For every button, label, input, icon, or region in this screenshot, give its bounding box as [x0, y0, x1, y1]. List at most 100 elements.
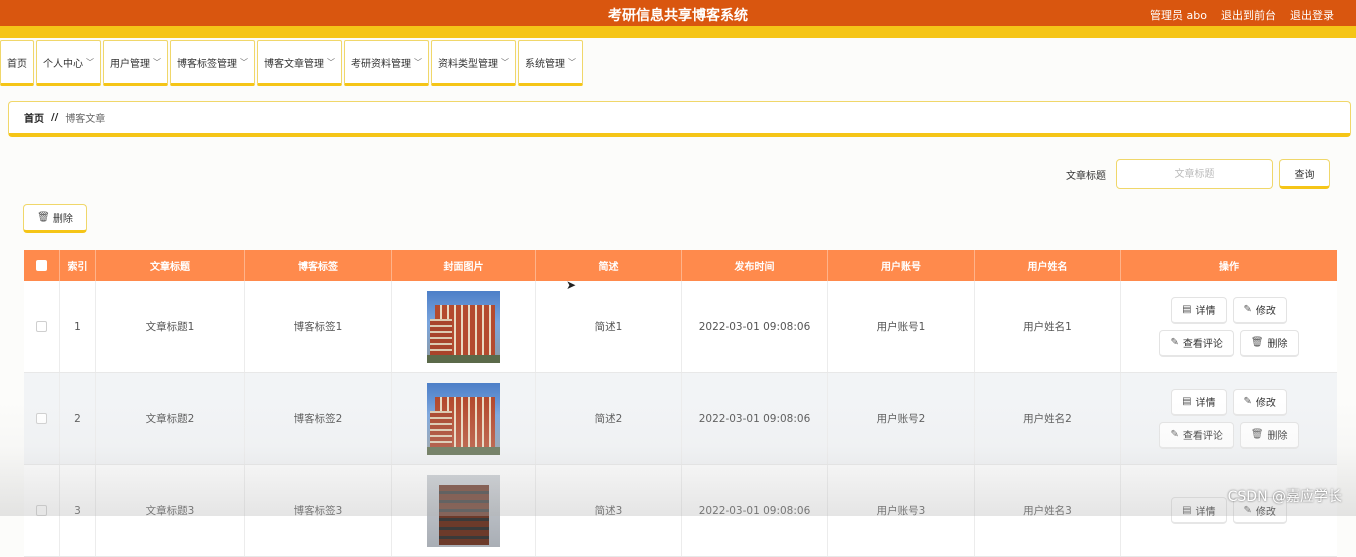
top-bar-stripe [0, 26, 1356, 38]
breadcrumb-current: 博客文章 [65, 114, 106, 125]
nav-item-material-type-management[interactable]: 资料类型管理 ﹀ [431, 40, 516, 86]
row-select-cell [24, 281, 60, 372]
cell-tag: 博客标签2 [245, 373, 392, 464]
view-comments-button[interactable]: ✎ 查看评论 [1159, 329, 1234, 357]
header-cover: 封面图片 [392, 250, 536, 281]
nav-item-user-management[interactable]: 用户管理 ﹀ [103, 40, 168, 86]
cell-actions: ▤ 详情 ✎ 修改 ✎ 查看评论 🗑 删除 [1121, 373, 1337, 464]
cell-summary: 简述1 [536, 281, 682, 372]
cell-time: 2022-03-01 09:08:06 [682, 281, 828, 372]
detail-label: 详情 [1195, 306, 1216, 317]
nav-item-label: 用户管理 [110, 58, 150, 70]
chevron-down-icon: ﹀ [153, 57, 161, 67]
nav-item-system-management[interactable]: 系统管理 ﹀ [518, 40, 583, 86]
cell-cover [392, 465, 536, 556]
nav-item-exam-material-management[interactable]: 考研资料管理 ﹀ [344, 40, 429, 86]
header-actions: 操作 [1219, 262, 1239, 273]
chevron-down-icon: ﹀ [327, 57, 335, 67]
cell-cover [392, 373, 536, 464]
back-to-front-link[interactable]: 退出到前台 [1221, 7, 1276, 23]
breadcrumb-home[interactable]: 首页 [24, 110, 44, 125]
chevron-down-icon: ﹀ [240, 57, 248, 67]
cell-name: 用户姓名1 [975, 281, 1121, 372]
view-comments-button[interactable]: ✎ 查看评论 [1159, 421, 1234, 449]
cell-summary: 简述2 [536, 373, 682, 464]
mouse-cursor-icon: ➤ [566, 278, 577, 292]
header-time: 发布时间 [682, 250, 828, 281]
delete-label: 删除 [1267, 339, 1288, 350]
cell-name: 用户姓名2 [975, 373, 1121, 464]
view-comments-label: 查看评论 [1182, 431, 1223, 442]
chevron-down-icon: ﹀ [568, 57, 576, 67]
cover-image [427, 382, 500, 455]
edit-button[interactable]: ✎ 修改 [1232, 296, 1287, 324]
cell-title: 文章标题3 [96, 465, 245, 556]
cell-summary: 简述3 [536, 465, 682, 556]
delete-button[interactable]: 🗑 删除 [1239, 329, 1299, 357]
cell-account: 用户账号3 [828, 465, 975, 556]
breadcrumb: 首页 // 博客文章 [8, 101, 1351, 137]
nav-item-label: 资料类型管理 [438, 58, 498, 70]
row-checkbox[interactable] [36, 321, 47, 332]
pencil-icon: ✎ [1170, 337, 1179, 348]
header-tag: 博客标签 [245, 250, 392, 281]
nav-item-label: 个人中心 [43, 58, 83, 70]
cell-time: 2022-03-01 09:08:06 [682, 465, 828, 556]
table-row: 1 文章标题1 博客标签1 简述1 2022-03-01 09:08:06 用户… [24, 281, 1337, 373]
edit-label: 修改 [1255, 398, 1276, 409]
header-name: 用户姓名 [975, 250, 1121, 281]
cover-image [427, 474, 500, 547]
pencil-icon: ✎ [1243, 396, 1252, 407]
nav-item-label: 系统管理 [525, 58, 565, 70]
cell-time: 2022-03-01 09:08:06 [682, 373, 828, 464]
breadcrumb-separator: // [51, 112, 59, 123]
nav-item-label: 考研资料管理 [351, 58, 411, 70]
chevron-down-icon: ﹀ [414, 57, 422, 67]
cell-index: 1 [60, 281, 96, 372]
cell-name: 用户姓名3 [975, 465, 1121, 556]
view-comments-label: 查看评论 [1182, 339, 1223, 350]
bulk-delete-label: 删除 [52, 214, 73, 225]
header-account: 用户账号 [828, 250, 975, 281]
bulk-delete-button[interactable]: 🗑 删除 [23, 204, 87, 233]
nav-item-home[interactable]: 首页 [0, 40, 34, 86]
cell-account: 用户账号1 [828, 281, 975, 372]
pencil-icon: ✎ [1243, 304, 1252, 315]
select-all-checkbox[interactable] [36, 260, 47, 271]
cell-index: 2 [60, 373, 96, 464]
nav-item-blog-article-management[interactable]: 博客文章管理 ﹀ [257, 40, 342, 86]
document-icon: ▤ [1182, 304, 1192, 315]
nav-item-blog-tag-management[interactable]: 博客标签管理 ﹀ [170, 40, 255, 86]
pencil-icon: ✎ [1243, 504, 1252, 516]
detail-button[interactable]: ▤ 详情 [1171, 296, 1227, 324]
detail-button[interactable]: ▤ 详情 [1171, 497, 1227, 524]
row-select-cell [24, 465, 60, 556]
cell-cover [392, 281, 536, 372]
cell-title: 文章标题1 [96, 281, 245, 372]
detail-button[interactable]: ▤ 详情 [1171, 388, 1227, 416]
nav-item-personal-center[interactable]: 个人中心 ﹀ [36, 40, 101, 86]
row-checkbox[interactable] [36, 505, 47, 516]
table-row: 2 文章标题2 博客标签2 简述2 2022-03-01 09:08:06 用户… [24, 373, 1337, 465]
row-checkbox[interactable] [36, 413, 47, 424]
cell-tag: 博客标签3 [245, 465, 392, 556]
header-title: 文章标题 [96, 250, 245, 281]
select-all-cell [24, 250, 60, 281]
trash-icon: 🗑 [1250, 429, 1264, 440]
main-nav: 首页 个人中心 ﹀ 用户管理 ﹀ 博客标签管理 ﹀ 博客文章管理 ﹀ 考研资料管理 ﹀ 资… [0, 40, 585, 88]
search-label: 文章标题 [1066, 171, 1106, 182]
chevron-down-icon: ﹀ [501, 57, 509, 67]
articles-table: 索引 文章标题 博客标签 封面图片 简述 发布时间 用户账号 用户姓名 操作 1… [24, 250, 1337, 557]
search-input[interactable] [1116, 159, 1273, 189]
cell-actions: ▤ 详情 ✎ 修改 [1121, 465, 1337, 556]
header-index: 索引 [60, 250, 96, 281]
delete-button[interactable]: 🗑 删除 [1239, 421, 1299, 449]
edit-button[interactable]: ✎ 修改 [1232, 388, 1287, 416]
query-button[interactable]: 查询 [1279, 159, 1330, 189]
nav-item-label: 首页 [7, 58, 27, 70]
document-icon: ▤ [1182, 504, 1192, 516]
top-right-menu: 管理员 abo 退出到前台 退出登录 [1150, 7, 1334, 23]
cell-title: 文章标题2 [96, 373, 245, 464]
logout-link[interactable]: 退出登录 [1290, 7, 1334, 23]
header-summary: 简述 [536, 250, 682, 281]
